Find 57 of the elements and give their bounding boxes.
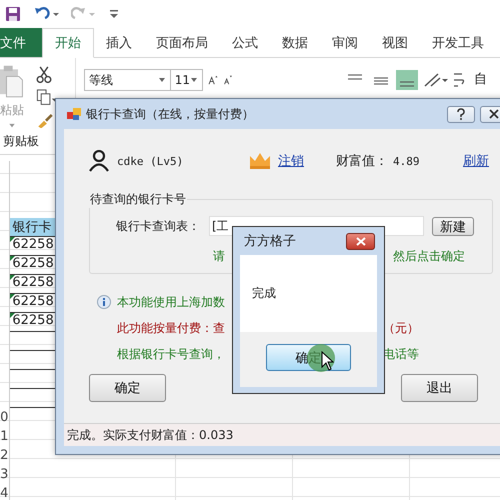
username: cdke (Lv5) bbox=[117, 154, 184, 168]
ribbon-tab[interactable]: 数据 bbox=[270, 28, 320, 57]
wrap-text-label[interactable]: 自 bbox=[474, 70, 487, 88]
user-icon bbox=[89, 150, 109, 172]
window-title: 银行卡查询（在线，按量付费） bbox=[86, 106, 255, 122]
hint-text: 请 bbox=[213, 248, 225, 264]
close-icon bbox=[489, 109, 499, 119]
exit-button[interactable]: 退出 bbox=[401, 374, 478, 402]
save-icon[interactable] bbox=[5, 6, 21, 22]
dropdown-icon[interactable] bbox=[8, 122, 16, 128]
group-title: 待查询的银行卡号 bbox=[89, 191, 187, 208]
ribbon-tab[interactable]: 页面布局 bbox=[144, 28, 220, 57]
ribbon-tab[interactable]: 插入 bbox=[94, 28, 144, 57]
logout-link[interactable]: 注销 bbox=[278, 152, 336, 170]
dropdown-icon[interactable] bbox=[158, 77, 166, 83]
row-number: 3 bbox=[0, 467, 8, 482]
description-text: 根据银行卡号查询， bbox=[117, 346, 225, 362]
clipboard-icon[interactable] bbox=[0, 64, 24, 98]
app-icon bbox=[67, 107, 81, 121]
pricing-text: （元） bbox=[383, 320, 419, 336]
scissors-icon[interactable] bbox=[36, 66, 52, 84]
status-bar: 完成。实际支付财富值：0.033 bbox=[64, 423, 500, 446]
dropdown-icon[interactable] bbox=[190, 77, 198, 83]
font-size: 11 bbox=[174, 73, 190, 87]
align-bottom-icon[interactable] bbox=[396, 70, 418, 90]
font-name: 等线 bbox=[89, 72, 113, 88]
close-button[interactable] bbox=[480, 106, 500, 122]
ribbon-tab[interactable]: 开发工具 bbox=[420, 28, 496, 57]
window-title: 方方格子 bbox=[243, 233, 296, 250]
close-icon bbox=[356, 236, 366, 246]
ok-button[interactable]: 确定 bbox=[89, 374, 166, 402]
hint-text: 然后点击确定 bbox=[393, 248, 465, 264]
row-number: 2 bbox=[0, 448, 8, 463]
file-tab[interactable]: 文件 bbox=[0, 28, 42, 57]
cursor-icon bbox=[321, 351, 334, 371]
ribbon-tab[interactable]: 开始 bbox=[42, 28, 94, 58]
row-number: 1 bbox=[0, 429, 8, 444]
brush-icon[interactable] bbox=[36, 112, 54, 128]
row-number: 0 bbox=[0, 410, 8, 425]
row-number: 4 bbox=[0, 486, 8, 500]
help-button[interactable] bbox=[447, 106, 475, 122]
help-icon bbox=[456, 108, 466, 120]
crown-icon bbox=[249, 152, 271, 170]
undo-icon[interactable] bbox=[33, 6, 59, 22]
wealth-label: 财富值： bbox=[336, 153, 389, 170]
close-button[interactable] bbox=[346, 232, 375, 250]
wealth-value: 4.89 bbox=[393, 154, 420, 168]
message-text: 完成 bbox=[240, 255, 377, 332]
font-name-dropdown[interactable]: 等线 bbox=[84, 69, 171, 91]
font-size-dropdown[interactable]: 11 bbox=[170, 69, 203, 91]
info-icon bbox=[97, 295, 111, 309]
copy-icon[interactable] bbox=[36, 89, 58, 107]
ribbon-tab[interactable]: 审阅 bbox=[320, 28, 370, 57]
ribbon-tab[interactable]: 视图 bbox=[370, 28, 420, 57]
ribbon-tab[interactable]: 公式 bbox=[220, 28, 270, 57]
new-button[interactable]: 新建 bbox=[432, 216, 474, 236]
refresh-link[interactable]: 刷新 bbox=[463, 152, 489, 170]
